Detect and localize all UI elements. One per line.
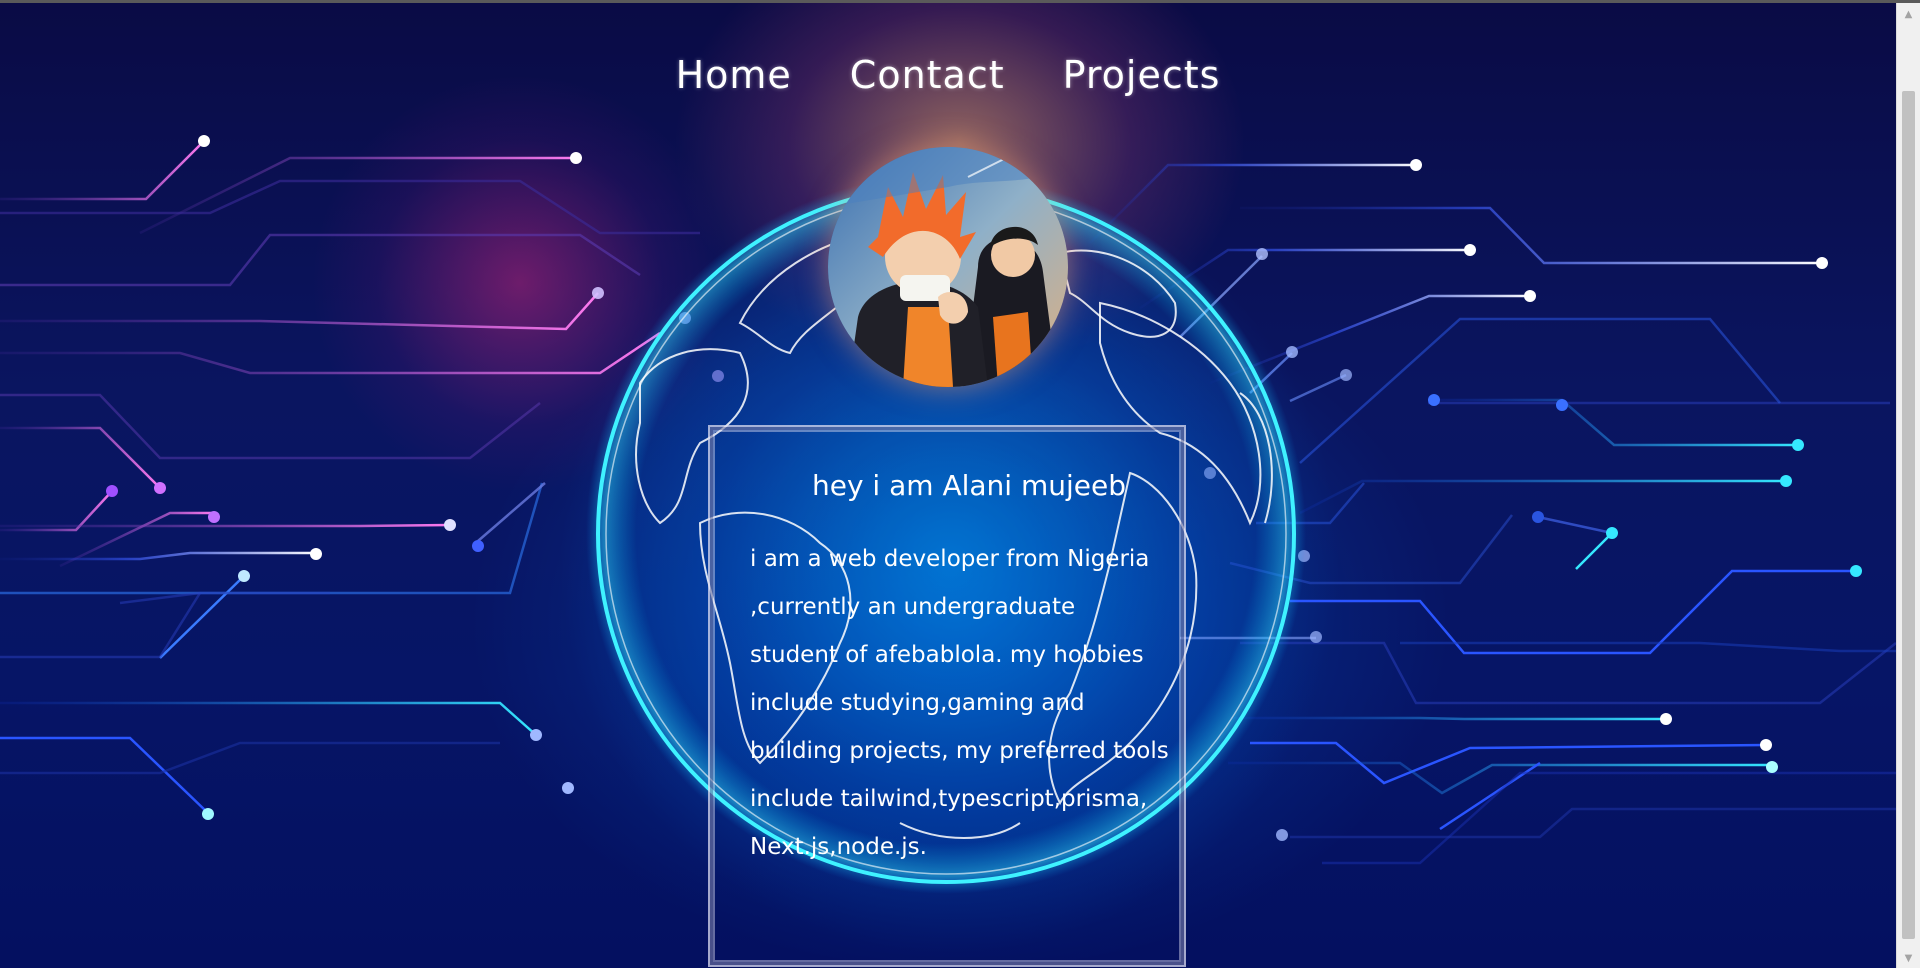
nav-home-link[interactable]: Home bbox=[676, 53, 792, 97]
nav-projects-link[interactable]: Projects bbox=[1063, 53, 1221, 97]
profile-avatar bbox=[828, 147, 1068, 387]
about-title: hey i am Alani mujeeb bbox=[811, 469, 1126, 502]
anime-avatar-icon bbox=[828, 147, 1068, 387]
arrow-down-icon[interactable]: ▼ bbox=[1897, 949, 1920, 968]
about-card: hey i am Alani mujeeb i am a web develop… bbox=[708, 425, 1186, 967]
about-bio: i am a web developer from Nigeria ,curre… bbox=[750, 546, 1169, 860]
arrow-up-icon[interactable]: ▲ bbox=[1897, 5, 1920, 25]
vertical-scrollbar[interactable]: ▲ ▼ bbox=[1896, 3, 1920, 968]
scrollbar-thumb[interactable] bbox=[1902, 91, 1915, 939]
browser-viewport: Home Contact Projects hey i am Alani muj… bbox=[0, 0, 1920, 968]
nav-contact-link[interactable]: Contact bbox=[850, 53, 1005, 97]
main-nav: Home Contact Projects bbox=[0, 53, 1896, 97]
